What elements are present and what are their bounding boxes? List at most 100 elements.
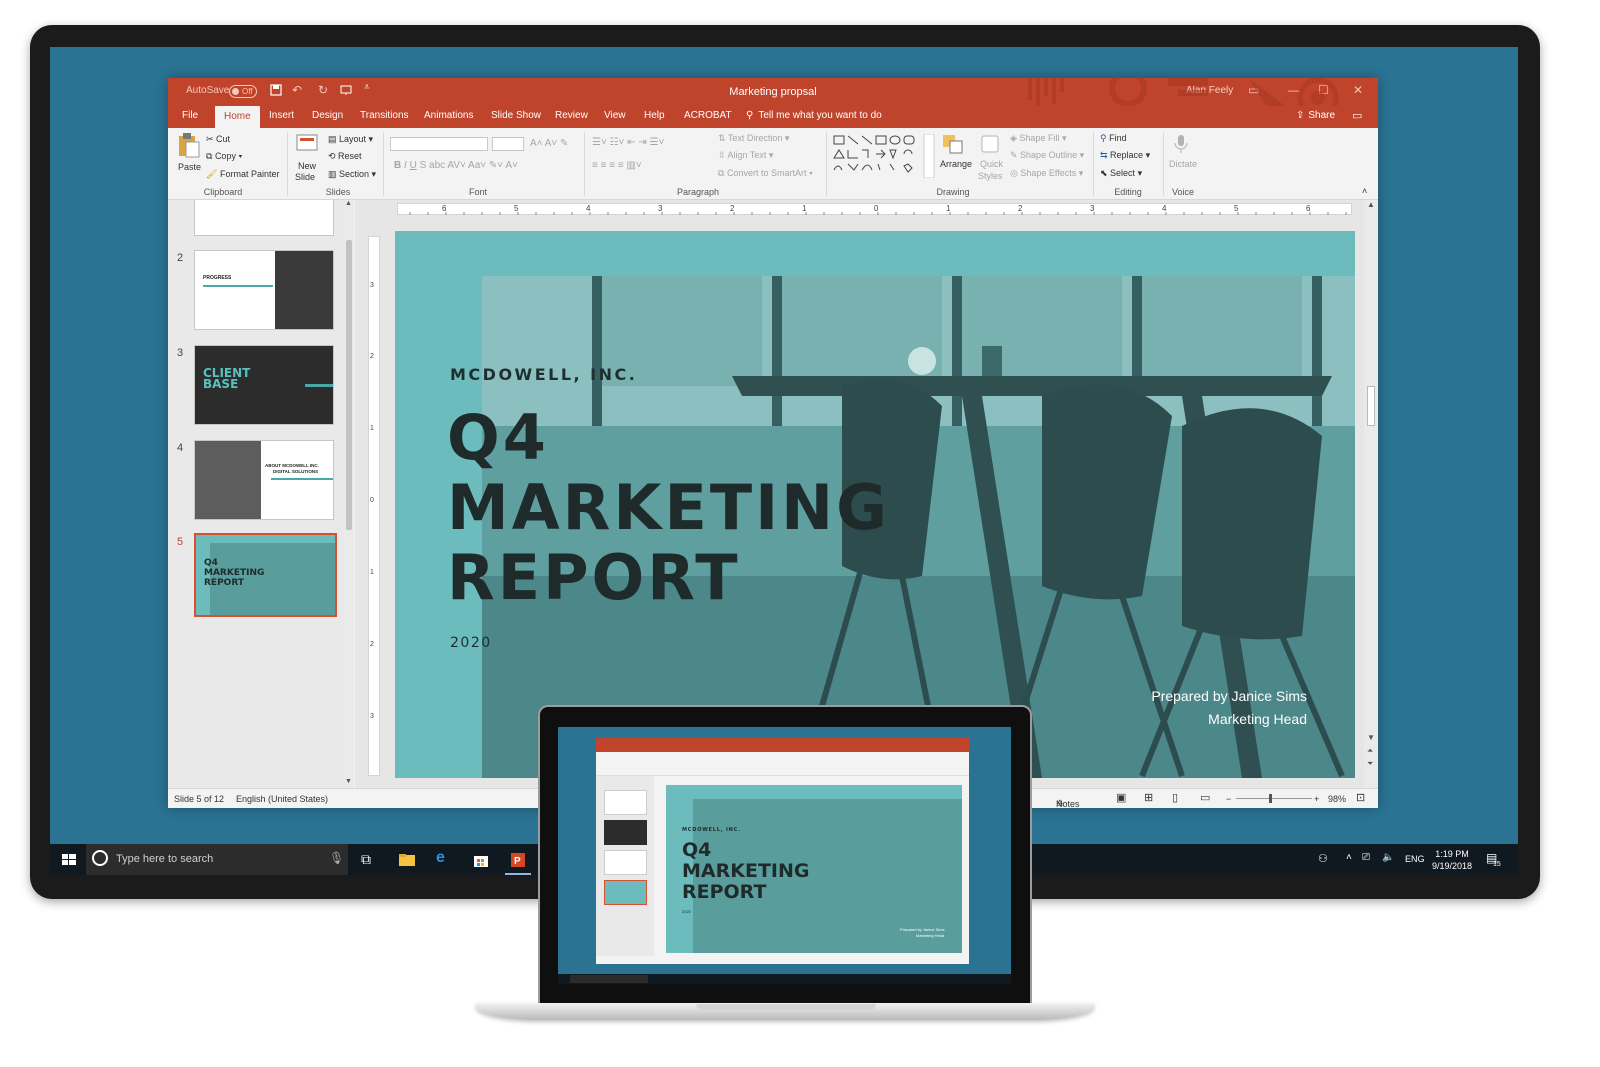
slide-thumbnail-2[interactable]: PROGRESS [194, 250, 334, 330]
replace-button[interactable]: ⇆ Replace ▾ [1100, 150, 1150, 161]
taskbar-clock[interactable]: 1:19 PM 9/19/2018 [1432, 848, 1472, 872]
convert-label: Convert to SmartArt [726, 168, 807, 178]
zoom-out-icon[interactable]: − [1226, 794, 1231, 804]
quick-styles-button[interactable]: Quick Styles [978, 132, 1008, 184]
scroll-down-icon[interactable]: ▼ [345, 778, 352, 785]
laptop-thumbnail-pane [596, 776, 654, 956]
network-icon[interactable]: ⎚ [1362, 852, 1370, 863]
slide-thumbnail-3[interactable]: CLIENT BASE [194, 345, 334, 425]
laptop-slide-prepared: Prepared by Janice Sims [900, 927, 945, 932]
scroll-thumb[interactable] [346, 240, 352, 530]
thumbnail-scrollbar[interactable]: ▲ ▼ [344, 200, 354, 788]
normal-view-icon[interactable]: ▣ [1116, 791, 1126, 804]
tab-file[interactable]: File [182, 110, 198, 121]
slide-title[interactable]: Q4 MARKETING REPORT [447, 403, 890, 613]
arrange-button[interactable]: Arrange [940, 132, 976, 184]
find-button[interactable]: ⚲ Find [1100, 133, 1127, 144]
new-slide-button[interactable]: New Slide [294, 132, 324, 184]
ribbon-display-options-icon[interactable]: ▭ [1248, 83, 1259, 97]
tab-home[interactable]: Home [215, 106, 260, 128]
tab-transitions[interactable]: Transitions [360, 110, 409, 121]
text-direction-button[interactable]: ⇅ Text Direction ▾ [718, 133, 789, 144]
comments-icon[interactable]: ▭ [1352, 109, 1362, 122]
previous-slide-icon[interactable]: ⏶ [1367, 746, 1373, 756]
tab-review[interactable]: Review [555, 110, 588, 121]
convert-smartart-button[interactable]: ⧉ Convert to SmartArt ▾ [718, 168, 813, 179]
powerpoint-app-icon[interactable]: P [509, 851, 527, 869]
slide-company-name[interactable]: MCDOWELL, INC. [450, 365, 637, 384]
scroll-down-icon[interactable]: ▼ [1367, 733, 1375, 742]
alignment-buttons[interactable]: ≡ ≡ ≡ ≡ ▥˅ [592, 160, 642, 171]
share-button[interactable]: ⇪ Share [1296, 110, 1335, 121]
slide-count[interactable]: Slide 5 of 12 [174, 794, 224, 804]
editor-scrollbar[interactable]: ▲ ▼ ⏶ ⏷ [1364, 200, 1378, 788]
section-button[interactable]: ▥ Section ▾ [328, 169, 376, 180]
taskbar-search-box[interactable]: Type here to search 🎙 [86, 844, 348, 875]
zoom-slider[interactable] [1236, 798, 1312, 799]
tab-view[interactable]: View [604, 110, 626, 121]
find-label: Find [1109, 133, 1127, 143]
font-format-buttons[interactable]: B I U S abc AV˅ Aa˅ ✎˅ A˅ [394, 160, 518, 171]
scroll-up-icon[interactable]: ▲ [1367, 200, 1375, 209]
scroll-thumb[interactable] [1367, 386, 1375, 426]
layout-button[interactable]: ▤ Layout ▾ [328, 134, 373, 145]
cut-button[interactable]: ✂ Cut [206, 134, 230, 145]
shapes-gallery[interactable] [832, 134, 936, 178]
tab-help[interactable]: Help [644, 110, 665, 121]
reading-view-icon[interactable]: ▯ [1172, 791, 1178, 804]
current-slide[interactable]: MCDOWELL, INC. Q4 MARKETING REPORT 2020 … [395, 231, 1355, 778]
thumb-title: PROGRESS [203, 275, 232, 281]
fit-slide-icon[interactable]: ⊡ [1356, 791, 1365, 804]
scroll-up-icon[interactable]: ▲ [345, 200, 352, 207]
input-language[interactable]: ENG [1405, 854, 1425, 864]
edge-browser-icon[interactable]: e [436, 849, 454, 867]
windows-start-icon[interactable] [60, 851, 78, 869]
copy-button[interactable]: ⧉ Copy ▾ [206, 151, 242, 162]
slide-thumbnail-4[interactable]: ABOUT MCDOWELL INC. DIGITAL SOLUTIONS [194, 440, 334, 520]
list-buttons[interactable]: ☰˅ ☷˅ ⇤ ⇥ ☰˅ [592, 137, 664, 148]
maximize-icon[interactable]: ☐ [1318, 83, 1329, 97]
tab-acrobat[interactable]: ACROBAT [684, 110, 732, 121]
shape-outline-button[interactable]: ✎ Shape Outline ▾ [1010, 150, 1084, 161]
format-painter-button[interactable]: 🖌 Format Painter [206, 169, 279, 180]
tab-insert[interactable]: Insert [269, 110, 294, 121]
shape-effects-button[interactable]: ◎ Shape Effects ▾ [1010, 168, 1083, 179]
tab-design[interactable]: Design [312, 110, 343, 121]
reset-button[interactable]: ⟲ Reset [328, 151, 362, 162]
tab-slide-show[interactable]: Slide Show [491, 110, 541, 121]
zoom-slider-thumb[interactable] [1269, 794, 1272, 803]
align-text-button[interactable]: ⇳ Align Text ▾ [718, 150, 773, 161]
microphone-icon[interactable]: 🎙 [329, 851, 344, 865]
slide-prepared-by[interactable]: Prepared by Janice Sims Marketing Head [1151, 685, 1307, 731]
store-icon[interactable] [472, 851, 490, 869]
shape-fill-button[interactable]: ◈ Shape Fill ▾ [1010, 133, 1066, 144]
select-button[interactable]: ⬉ Select ▾ [1100, 168, 1142, 179]
tell-me-search[interactable]: ⚲ Tell me what you want to do [746, 110, 882, 121]
slide-year[interactable]: 2020 [450, 635, 492, 651]
font-name-box[interactable] [390, 137, 488, 151]
language-status[interactable]: English (United States) [236, 794, 328, 804]
font-size-buttons[interactable]: A˄ A˅ ✎ [530, 138, 568, 149]
zoom-in-icon[interactable]: + [1314, 794, 1319, 804]
slide-sorter-icon[interactable]: ⊞ [1144, 791, 1153, 804]
tab-animations[interactable]: Animations [424, 110, 473, 121]
dictate-button[interactable]: Dictate [1168, 132, 1198, 184]
ribbon-home: Paste ✂ Cut ⧉ Copy ▾ 🖌 Format Painter Cl… [168, 128, 1378, 200]
task-view-icon[interactable]: ⧉ [361, 851, 379, 869]
next-slide-icon[interactable]: ⏷ [1367, 759, 1373, 769]
zoom-level[interactable]: 98% [1328, 794, 1346, 804]
file-explorer-icon[interactable] [398, 851, 416, 869]
minimize-icon[interactable]: — [1288, 83, 1300, 97]
slide-thumbnail-1[interactable] [194, 200, 334, 236]
paste-button[interactable]: Paste [176, 132, 202, 184]
user-name[interactable]: Alan Feely [1186, 85, 1233, 96]
font-size-box[interactable] [492, 137, 524, 151]
collapse-ribbon-icon[interactable]: ˄ [1362, 186, 1367, 196]
slide-show-icon[interactable]: ▭ [1200, 791, 1210, 804]
volume-icon[interactable]: 🔈 [1382, 852, 1394, 863]
show-hidden-icons-icon[interactable]: ˄ [1346, 852, 1352, 863]
slide-thumbnail-5[interactable]: Q4 MARKETING REPORT [194, 533, 337, 617]
people-icon[interactable]: ⚇ [1318, 852, 1328, 865]
close-icon[interactable]: ✕ [1353, 83, 1363, 97]
ruler-label: 2 [1018, 204, 1023, 213]
